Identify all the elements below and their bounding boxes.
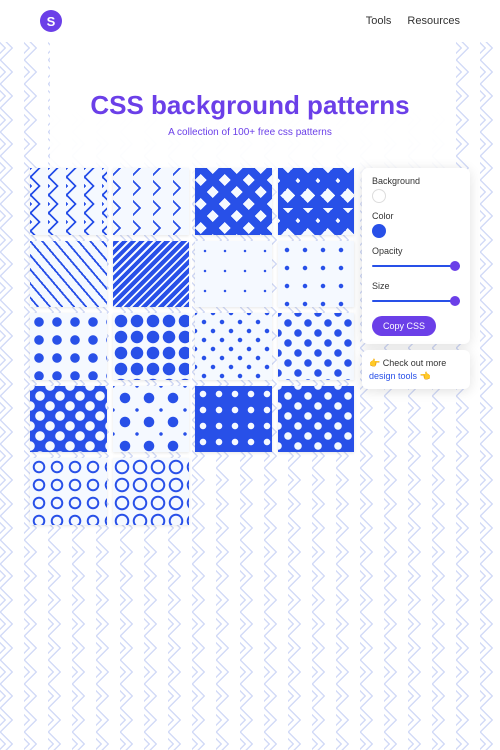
- pattern-tile[interactable]: [30, 386, 107, 453]
- pattern-tile[interactable]: [278, 313, 355, 380]
- background-control: Background: [372, 176, 460, 203]
- opacity-label: Opacity: [372, 246, 460, 256]
- page-subtitle: A collection of 100+ free css patterns: [20, 127, 480, 138]
- slider-thumb[interactable]: [450, 261, 460, 271]
- pattern-tile[interactable]: [113, 386, 190, 453]
- pattern-tile[interactable]: [113, 168, 190, 235]
- opacity-slider[interactable]: [372, 259, 460, 273]
- callout-card: 👉 Check out more design tools 👈: [362, 350, 470, 389]
- pattern-tile[interactable]: [278, 241, 355, 308]
- controls-sidebar: Background Color Opacity Size: [362, 168, 470, 525]
- color-swatch[interactable]: [372, 224, 386, 238]
- pattern-tile[interactable]: [113, 313, 190, 380]
- callout-link[interactable]: design tools: [369, 371, 417, 381]
- callout-prefix: 👉 Check out more: [369, 358, 446, 368]
- color-label: Color: [372, 211, 460, 221]
- pattern-tile[interactable]: [30, 313, 107, 380]
- copy-css-button[interactable]: Copy CSS: [372, 316, 436, 336]
- content-area: Background Color Opacity Size: [0, 168, 500, 525]
- size-slider[interactable]: [372, 294, 460, 308]
- background-label: Background: [372, 176, 460, 186]
- pattern-tile[interactable]: [278, 386, 355, 453]
- nav-resources[interactable]: Resources: [407, 15, 460, 27]
- slider-thumb[interactable]: [450, 296, 460, 306]
- pattern-tile[interactable]: [278, 168, 355, 235]
- hero: CSS background patterns A collection of …: [0, 42, 500, 168]
- pattern-tile[interactable]: [195, 313, 272, 380]
- size-control: Size: [372, 281, 460, 308]
- pattern-tile[interactable]: [195, 241, 272, 308]
- pattern-tile[interactable]: [30, 241, 107, 308]
- pattern-grid: [30, 168, 354, 525]
- pattern-tile[interactable]: [113, 458, 190, 525]
- size-label: Size: [372, 281, 460, 291]
- opacity-control: Opacity: [372, 246, 460, 273]
- pattern-tile[interactable]: [195, 168, 272, 235]
- pattern-tile[interactable]: [30, 458, 107, 525]
- nav-tools[interactable]: Tools: [366, 15, 392, 27]
- slider-track: [372, 300, 460, 302]
- pattern-tile[interactable]: [195, 386, 272, 453]
- page-title: CSS background patterns: [20, 90, 480, 121]
- site-header: S Tools Resources: [0, 0, 500, 42]
- controls-panel: Background Color Opacity Size: [362, 168, 470, 344]
- callout-suffix: 👈: [417, 371, 431, 381]
- logo[interactable]: S: [40, 10, 62, 32]
- slider-track: [372, 265, 460, 267]
- main-nav: Tools Resources: [366, 15, 460, 27]
- color-control: Color: [372, 211, 460, 238]
- pattern-tile[interactable]: [30, 168, 107, 235]
- background-swatch[interactable]: [372, 189, 386, 203]
- pattern-tile[interactable]: [113, 241, 190, 308]
